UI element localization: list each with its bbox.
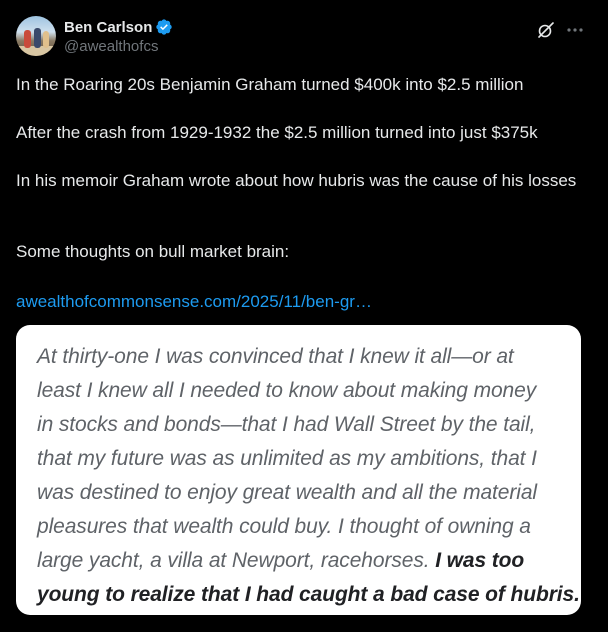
verified-badge-icon [156,19,173,35]
tweet-paragraph: Some thoughts on bull market brain: [16,242,290,261]
tweet-paragraph: In the Roaring 20s Benjamin Graham turne… [16,75,524,94]
quote-line-bold: I was too [435,549,525,572]
article-link[interactable]: awealthofcommonsense.com/2025/11/ben-gr… [16,290,372,313]
author-display-name[interactable]: Ben Carlson [64,19,152,36]
grok-icon[interactable] [536,20,556,40]
tweet-paragraph: In his memoir Graham wrote about how hub… [16,171,577,190]
quote-image[interactable]: At thirty-one I was convinced that I kne… [16,325,581,615]
quote-line: At thirty-one I was convinced that I kne… [37,345,514,368]
quote-line: that my future was as unlimited as my am… [37,447,537,470]
tweet-paragraph: After the crash from 1929-1932 the $2.5 … [16,123,538,142]
avatar[interactable] [16,16,56,56]
quote-line: was destined to enjoy great wealth and a… [37,481,537,504]
quote-text: At thirty-one I was convinced that I kne… [37,340,580,612]
quote-line: large yacht, a villa at Newport, racehor… [37,544,569,578]
quote-line-regular: large yacht, a villa at Newport, racehor… [37,549,436,572]
quote-line: least I knew all I needed to know about … [37,379,537,402]
tweet: Ben Carlson @awealthofcs In the Roaring … [0,0,608,632]
quote-line-bold: young to realize that I had caught a bad… [37,583,580,606]
author-handle[interactable]: @awealthofcs [64,38,158,55]
author-name-row[interactable]: Ben Carlson [64,17,173,37]
quote-line: pleasures that wealth could buy. I thoug… [37,515,531,538]
quote-line: in stocks and bonds—that I had Wall Stre… [37,413,536,436]
more-icon[interactable] [565,20,585,40]
